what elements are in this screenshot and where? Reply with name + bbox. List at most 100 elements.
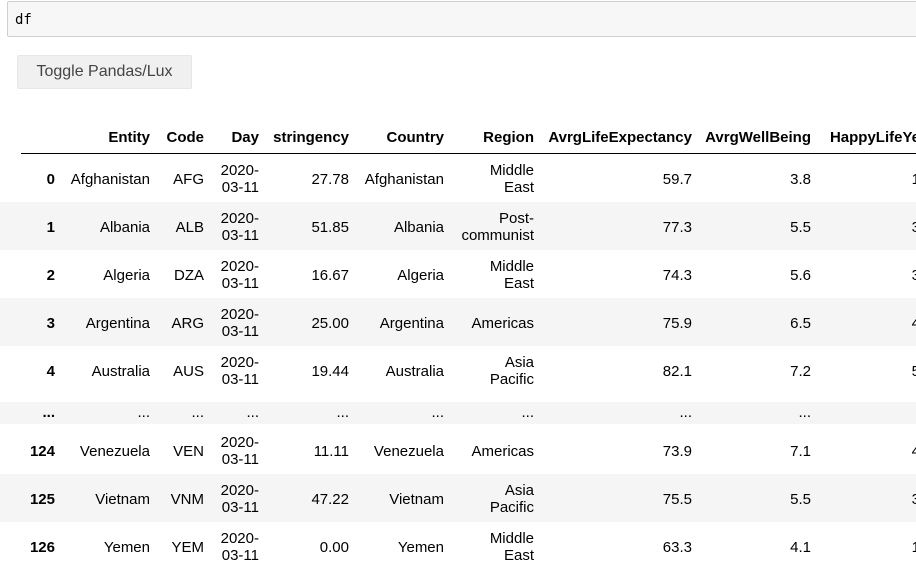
cell-life-expectancy: ... <box>679 404 692 421</box>
cell-life-expectancy: 75.9 <box>662 315 692 332</box>
cell-stringency: 0.00 <box>319 539 349 556</box>
cell-day: 2020- 03-11 <box>214 434 259 468</box>
row-index: 125 <box>29 491 55 508</box>
cell-country: Argentina <box>379 315 444 332</box>
cell-well-being: 5.6 <box>790 267 811 284</box>
cell-line: communist <box>461 227 534 244</box>
cell-line: 2020- <box>220 306 259 323</box>
dataframe-table: Entity Code Day stringency Country Region Avrg… <box>0 0 916 568</box>
cell-country: Vietnam <box>389 491 444 508</box>
cell-line: 03-11 <box>221 547 259 564</box>
cell-region: Middle East <box>444 530 534 564</box>
cell-life-expectancy: 59.7 <box>662 171 692 188</box>
table-row: 4 Australia AUS 2020- 03-11 19.44 Australia Asi… <box>0 346 916 394</box>
row-index: 4 <box>46 363 55 380</box>
cell-line: Americas <box>471 315 534 332</box>
cell-happy-life-years: 4 <box>911 315 916 332</box>
table-row: 125 Vietnam VNM 2020- 03-11 47.22 Vietnam Asia P… <box>0 474 916 522</box>
cell-day: ... <box>214 404 259 421</box>
cell-happy-life-years: 5 <box>911 363 916 380</box>
cell-line: Asia <box>504 354 534 371</box>
cell-line: East <box>503 547 534 564</box>
cell-entity: Yemen <box>103 539 150 556</box>
cell-entity: Vietnam <box>95 491 150 508</box>
cell-stringency: 27.78 <box>311 171 349 188</box>
cell-happy-life-years: 1 <box>911 539 916 556</box>
cell-region: Asia Pacific <box>444 354 534 388</box>
row-index: 126 <box>29 539 55 556</box>
cell-day: 2020- 03-11 <box>214 354 259 388</box>
cell-country: Albania <box>393 219 444 236</box>
cell-code: YEM <box>171 539 204 556</box>
cell-line: 03-11 <box>221 227 259 244</box>
cell-region: Americas <box>444 315 534 332</box>
cell-line: 2020- <box>220 258 259 275</box>
cell-region: Middle East <box>444 162 534 196</box>
cell-entity: Afghanistan <box>70 171 150 188</box>
table-row: 2 Algeria DZA 2020- 03-11 16.67 Algeria Middle E… <box>0 250 916 298</box>
cell-day: 2020- 03-11 <box>214 162 259 196</box>
ellipsis-row: ........................... <box>0 402 916 424</box>
cell-entity: Albania <box>99 219 150 236</box>
cell-country: Afghanistan <box>364 171 444 188</box>
cell-life-expectancy: 74.3 <box>662 267 692 284</box>
cell-day: 2020- 03-11 <box>214 306 259 340</box>
cell-line: 03-11 <box>221 275 259 292</box>
cell-code: DZA <box>174 267 204 284</box>
cell-line: Middle <box>489 530 534 547</box>
cell-line: 2020- <box>220 434 259 451</box>
column-header-happy-life-years: HappyLifeYe <box>829 129 916 146</box>
cell-well-being: 6.5 <box>790 315 811 332</box>
cell-line: 2020- <box>220 482 259 499</box>
cell-well-being: 4.1 <box>790 539 811 556</box>
cell-region: Middle East <box>444 258 534 292</box>
cell-line: ... <box>521 404 534 421</box>
row-index: 0 <box>46 171 55 188</box>
cell-region: ... <box>444 404 534 421</box>
cell-stringency: 25.00 <box>311 315 349 332</box>
cell-line: 03-11 <box>221 179 259 196</box>
cell-line: 03-11 <box>221 323 259 340</box>
cell-region: Post-communist <box>444 210 534 244</box>
cell-stringency: ... <box>336 404 349 421</box>
cell-entity: Algeria <box>103 267 150 284</box>
cell-stringency: 16.67 <box>311 267 349 284</box>
cell-line: East <box>503 179 534 196</box>
table-row: 3 Argentina ARG 2020- 03-11 25.00 Argentina Ame… <box>0 298 916 346</box>
row-index: ... <box>42 404 55 421</box>
cell-well-being: 7.2 <box>790 363 811 380</box>
cell-country: Yemen <box>397 539 444 556</box>
cell-code: VNM <box>170 491 204 508</box>
cell-stringency: 19.44 <box>311 363 349 380</box>
cell-well-being: 5.5 <box>790 219 811 236</box>
row-index: 2 <box>46 267 55 284</box>
cell-line: 2020- <box>220 210 259 227</box>
cell-stringency: 47.22 <box>311 491 349 508</box>
cell-line: Middle <box>489 258 534 275</box>
cell-line: 03-11 <box>221 499 259 516</box>
table-row: 124 Venezuela VEN 2020- 03-11 11.11 Venezuela A… <box>0 426 916 474</box>
cell-code: ... <box>191 404 204 421</box>
cell-line: Middle <box>489 162 534 179</box>
cell-day: 2020- 03-11 <box>214 530 259 564</box>
cell-happy-life-years: 1 <box>911 171 916 188</box>
cell-stringency: 11.11 <box>313 443 349 460</box>
cell-happy-life-years: 3 <box>911 267 916 284</box>
cell-happy-life-years: 3 <box>911 219 916 236</box>
row-index: 1 <box>46 219 55 236</box>
cell-line: 2020- <box>220 162 259 179</box>
cell-code: AUS <box>173 363 204 380</box>
table-row: 126 Yemen YEM 2020- 03-11 0.00 Yemen Middle East… <box>0 522 916 570</box>
cell-life-expectancy: 63.3 <box>662 539 692 556</box>
cell-region: Americas <box>444 443 534 460</box>
cell-line: 2020- <box>220 354 259 371</box>
table-row: 0 Afghanistan AFG 2020- 03-11 27.78 Afghanista… <box>0 154 916 202</box>
cell-well-being: 5.5 <box>790 491 811 508</box>
cell-life-expectancy: 77.3 <box>662 219 692 236</box>
cell-well-being: 3.8 <box>790 171 811 188</box>
cell-country: ... <box>431 404 444 421</box>
cell-line: Asia <box>504 482 534 499</box>
row-index: 3 <box>46 315 55 332</box>
cell-life-expectancy: 75.5 <box>662 491 692 508</box>
cell-line: East <box>503 275 534 292</box>
